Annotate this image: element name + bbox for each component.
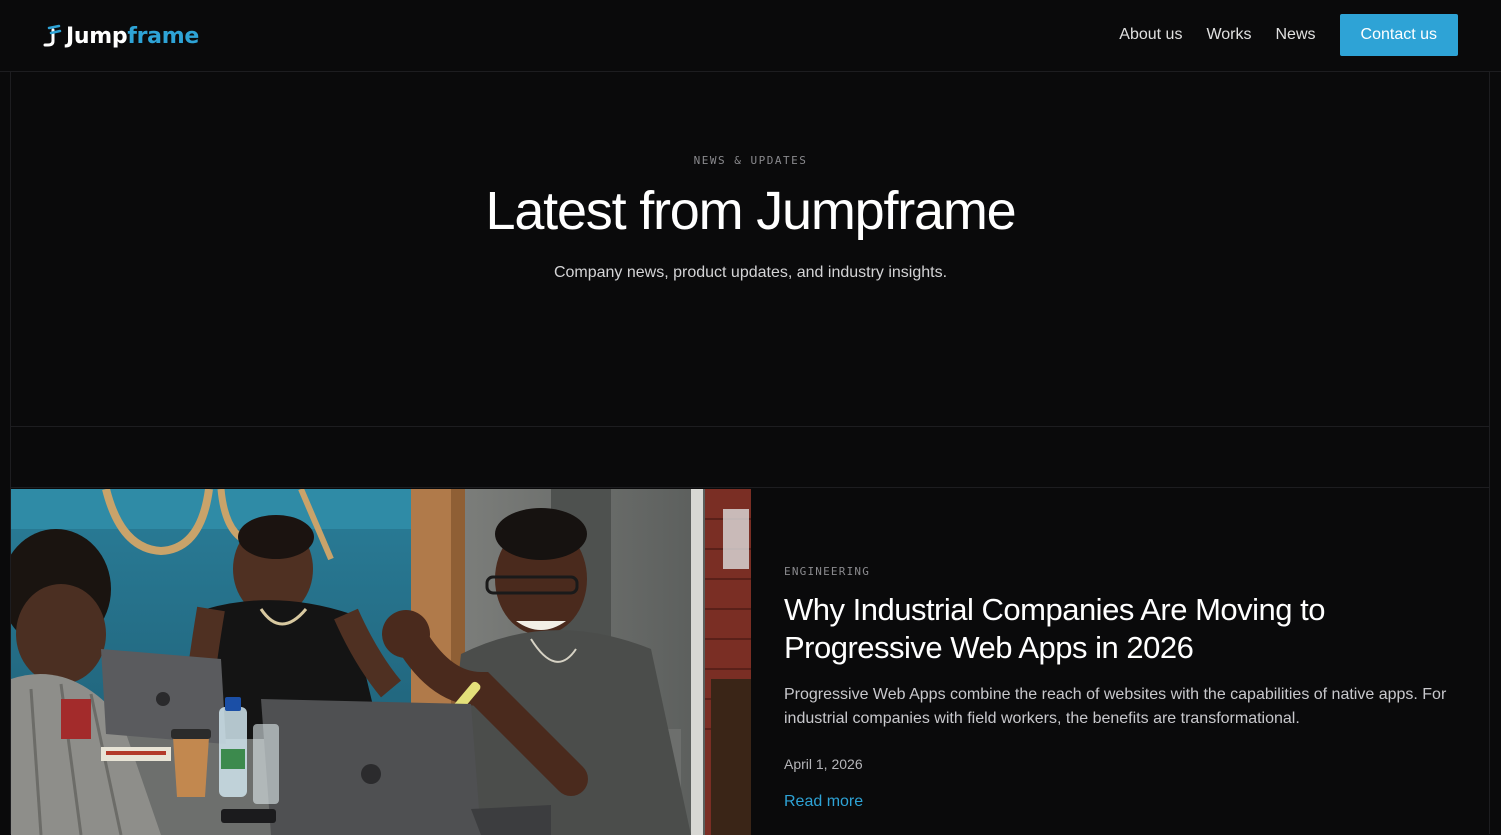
nav-about[interactable]: About us [1119, 26, 1182, 44]
page-title: Latest from Jumpframe [485, 181, 1017, 241]
hero-section: NEWS & UPDATES Latest from Jumpframe Com… [11, 72, 1490, 427]
main-nav: About us Works News Contact us [1095, 14, 1458, 56]
contact-button[interactable]: Contact us [1339, 14, 1458, 56]
logo-text-frame: frame [127, 23, 199, 49]
nav-works[interactable]: Works [1206, 26, 1251, 44]
article-category: ENGINEERING [784, 565, 871, 578]
hero-subtitle: Company news, product updates, and indus… [553, 264, 948, 281]
article-image[interactable] [11, 489, 751, 835]
logo[interactable]: Jumpframe [42, 22, 199, 50]
article-title[interactable]: Why Industrial Companies Are Moving to P… [784, 591, 1424, 667]
article-card[interactable]: ENGINEERING Why Industrial Companies Are… [11, 487, 1490, 835]
photo-people-laptops-icon [11, 489, 751, 835]
hero-eyebrow: NEWS & UPDATES [693, 154, 808, 167]
logo-text-jump: Jump [66, 23, 128, 49]
article-excerpt: Progressive Web Apps combine the reach o… [784, 686, 1447, 727]
site-header: Jumpframe About us Works News Contact us [0, 0, 1501, 72]
nav-news[interactable]: News [1276, 26, 1316, 44]
article-date: April 1, 2026 [784, 756, 863, 772]
logo-mark-icon [43, 24, 62, 47]
read-more-link[interactable]: Read more [784, 793, 863, 811]
